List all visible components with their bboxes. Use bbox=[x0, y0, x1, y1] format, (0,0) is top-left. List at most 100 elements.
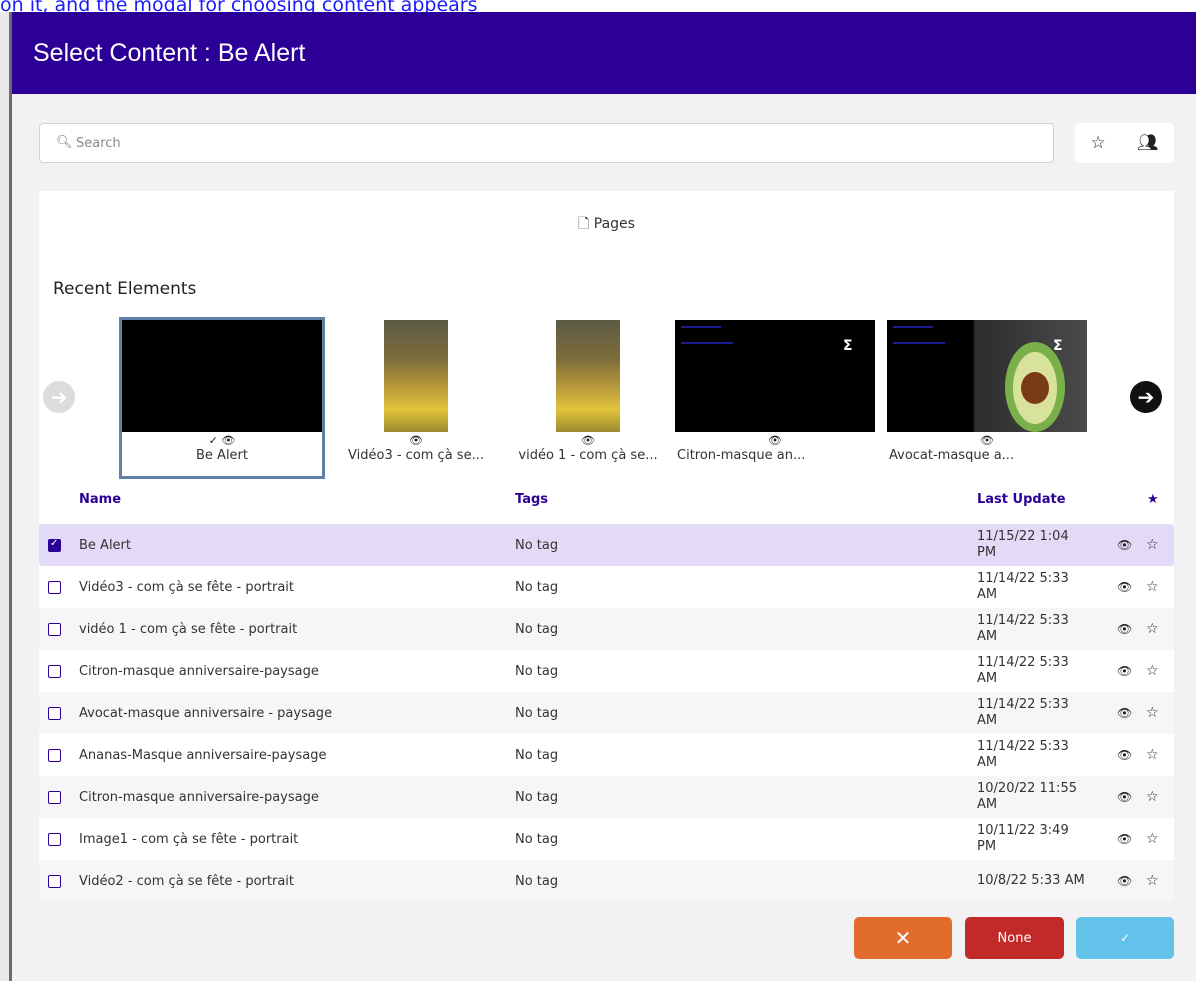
eye-icon[interactable]: 👁︎ bbox=[409, 434, 423, 447]
recent-item-be-alert[interactable]: ✓ 👁︎ Be Alert bbox=[119, 317, 325, 479]
document-icon: 🗋 bbox=[578, 216, 590, 232]
table-row[interactable]: Image1 - com çà se fête - portrait No tag… bbox=[39, 818, 1174, 860]
recent-item-label: Citron-masque an... bbox=[677, 448, 806, 463]
favorite-star-icon[interactable]: ☆ bbox=[1146, 831, 1159, 847]
row-name: vidéo 1 - com çà se fête - portrait bbox=[79, 621, 298, 637]
select-content-modal: Select Content : Be Alert 🔍︎ ☆ 👥︎ 🗋 Page… bbox=[12, 12, 1196, 981]
row-checkbox[interactable] bbox=[48, 790, 61, 804]
filter-buttons: ☆ 👥︎ bbox=[1075, 123, 1174, 163]
row-name: Vidéo3 - com çà se fête - portrait bbox=[79, 579, 294, 595]
preview-eye-icon[interactable]: 👁︎ bbox=[1117, 874, 1132, 888]
preview-eye-icon[interactable]: 👁︎ bbox=[1117, 832, 1132, 846]
brand-logo-icon: Σ bbox=[1053, 338, 1063, 354]
row-checkbox[interactable] bbox=[48, 874, 61, 888]
row-checkbox[interactable] bbox=[48, 664, 61, 678]
row-checkbox[interactable] bbox=[48, 832, 61, 846]
favorite-star-icon[interactable]: ☆ bbox=[1146, 747, 1159, 763]
row-last-update: 10/11/22 3:49 PM bbox=[977, 823, 1069, 854]
table-row[interactable]: vidéo 1 - com çà se fête - portrait No ta… bbox=[39, 608, 1174, 650]
row-last-update: 11/14/22 5:33 AM bbox=[977, 613, 1069, 644]
recent-item-avocat[interactable]: Σ 👁︎ Avocat-masque a... bbox=[887, 317, 1087, 479]
preview-eye-icon[interactable]: 👁︎ bbox=[1117, 706, 1132, 720]
modal-header: Select Content : Be Alert bbox=[12, 12, 1196, 94]
recent-item-label: vidéo 1 - com çà se... bbox=[518, 448, 658, 463]
column-header-star-icon[interactable]: ★ bbox=[1147, 492, 1159, 507]
row-tag: No tag bbox=[515, 537, 559, 553]
row-last-update: 11/14/22 5:33 AM bbox=[977, 571, 1069, 602]
row-tag: No tag bbox=[515, 831, 559, 847]
recent-item-citron[interactable]: Σ 👁︎ Citron-masque an... bbox=[675, 317, 875, 479]
table-row[interactable]: Avocat-masque anniversaire - paysage No t… bbox=[39, 692, 1174, 734]
row-checkbox[interactable] bbox=[48, 580, 61, 594]
favorite-star-icon[interactable]: ☆ bbox=[1146, 663, 1159, 679]
row-tag: No tag bbox=[515, 579, 559, 595]
table-row[interactable]: Citron-masque anniversaire-paysage No tag… bbox=[39, 776, 1174, 818]
row-name: Image1 - com çà se fête - portrait bbox=[79, 831, 299, 847]
row-last-update: 11/14/22 5:33 AM bbox=[977, 655, 1069, 686]
table-row[interactable]: Be Alert No tag 11/15/22 1:04 PM 👁︎ ☆ bbox=[39, 524, 1174, 566]
column-header-last-update[interactable]: Last Update bbox=[977, 492, 1066, 507]
preview-eye-icon[interactable]: 👁︎ bbox=[1117, 790, 1132, 804]
preview-eye-icon[interactable]: 👁︎ bbox=[1117, 748, 1132, 762]
recent-elements-title: Recent Elements bbox=[53, 279, 197, 299]
thumbnail-video1 bbox=[556, 320, 620, 432]
row-name: Be Alert bbox=[79, 537, 131, 553]
row-name: Citron-masque anniversaire-paysage bbox=[79, 789, 319, 805]
recent-item-video1[interactable]: 👁︎ vidéo 1 - com çà se... bbox=[499, 317, 677, 479]
column-header-name[interactable]: Name bbox=[79, 492, 121, 507]
search-icon: 🔍︎ bbox=[56, 135, 73, 150]
eye-icon[interactable]: 👁︎ bbox=[768, 434, 782, 447]
content-panel: 🗋 Pages Recent Elements ➔ ➔ ✓ 👁︎ Be Aler… bbox=[39, 191, 1174, 902]
table-row[interactable]: Citron-masque anniversaire-paysage No tag… bbox=[39, 650, 1174, 692]
table-row[interactable]: Vidéo2 - com çà se fête - portrait No tag… bbox=[39, 860, 1174, 902]
favorite-star-icon[interactable]: ☆ bbox=[1146, 789, 1159, 805]
recent-item-video3[interactable]: 👁︎ Vidéo3 - com çà se... bbox=[327, 317, 505, 479]
preview-eye-icon[interactable]: 👁︎ bbox=[1117, 622, 1132, 636]
search-box[interactable]: 🔍︎ bbox=[39, 123, 1054, 163]
column-header-tags[interactable]: Tags bbox=[515, 492, 548, 507]
carousel-prev-arrow-icon[interactable]: ➔ bbox=[43, 381, 75, 413]
row-tag: No tag bbox=[515, 621, 559, 637]
favorite-star-icon[interactable]: ☆ bbox=[1146, 873, 1159, 889]
row-checkbox[interactable] bbox=[48, 622, 61, 636]
thumbnail-citron: Σ bbox=[675, 320, 875, 432]
row-checkbox[interactable] bbox=[48, 748, 61, 762]
favorite-star-icon[interactable]: ☆ bbox=[1146, 705, 1159, 721]
content-table-body: Be AlertNo tag11/15/22 1:04 PM👁︎☆Vidéo3 … bbox=[39, 524, 1174, 902]
pages-tab[interactable]: 🗋 Pages bbox=[39, 213, 1174, 237]
thumbnail-be-alert bbox=[122, 320, 322, 432]
carousel-next-arrow-icon[interactable]: ➔ bbox=[1130, 381, 1162, 413]
background-caption: on it, and the modal for choosing conten… bbox=[0, 0, 478, 16]
row-name: Avocat-masque anniversaire - paysage bbox=[79, 705, 333, 721]
check-icon: ✓ bbox=[208, 434, 218, 447]
favorites-filter-star-icon[interactable]: ☆ bbox=[1091, 133, 1106, 153]
favorite-star-icon[interactable]: ☆ bbox=[1146, 621, 1159, 637]
eye-icon[interactable]: 👁︎ bbox=[581, 434, 595, 447]
eye-icon[interactable]: 👁︎ bbox=[980, 434, 994, 447]
brand-logo-icon: Σ bbox=[843, 338, 853, 354]
preview-eye-icon[interactable]: 👁︎ bbox=[1117, 538, 1132, 552]
none-button[interactable]: None bbox=[965, 917, 1064, 959]
row-tag: No tag bbox=[515, 747, 559, 763]
favorite-star-icon[interactable]: ☆ bbox=[1146, 537, 1159, 553]
preview-eye-icon[interactable]: 👁︎ bbox=[1117, 664, 1132, 678]
row-last-update: 11/14/22 5:33 AM bbox=[977, 739, 1069, 770]
confirm-button[interactable]: ✓ bbox=[1076, 917, 1174, 959]
eye-icon[interactable]: 👁︎ bbox=[221, 434, 235, 447]
row-checkbox[interactable] bbox=[48, 538, 61, 552]
row-last-update: 10/20/22 11:55 AM bbox=[977, 781, 1077, 812]
row-name: Ananas-Masque anniversaire-paysage bbox=[79, 747, 327, 763]
modal-title: Select Content : Be Alert bbox=[33, 38, 306, 67]
row-tag: No tag bbox=[515, 663, 559, 679]
row-name: Citron-masque anniversaire-paysage bbox=[79, 663, 319, 679]
search-input[interactable] bbox=[76, 135, 976, 151]
team-filter-users-icon[interactable]: 👥︎ bbox=[1137, 133, 1159, 153]
table-row[interactable]: Vidéo3 - com çà se fête - portrait No tag… bbox=[39, 566, 1174, 608]
favorite-star-icon[interactable]: ☆ bbox=[1146, 579, 1159, 595]
table-row[interactable]: Ananas-Masque anniversaire-paysage No tag… bbox=[39, 734, 1174, 776]
preview-eye-icon[interactable]: 👁︎ bbox=[1117, 580, 1132, 594]
row-checkbox[interactable] bbox=[48, 706, 61, 720]
row-last-update: 11/14/22 5:33 AM bbox=[977, 697, 1069, 728]
pages-tab-label: Pages bbox=[593, 216, 635, 232]
cancel-button[interactable]: ✕ bbox=[854, 917, 952, 959]
